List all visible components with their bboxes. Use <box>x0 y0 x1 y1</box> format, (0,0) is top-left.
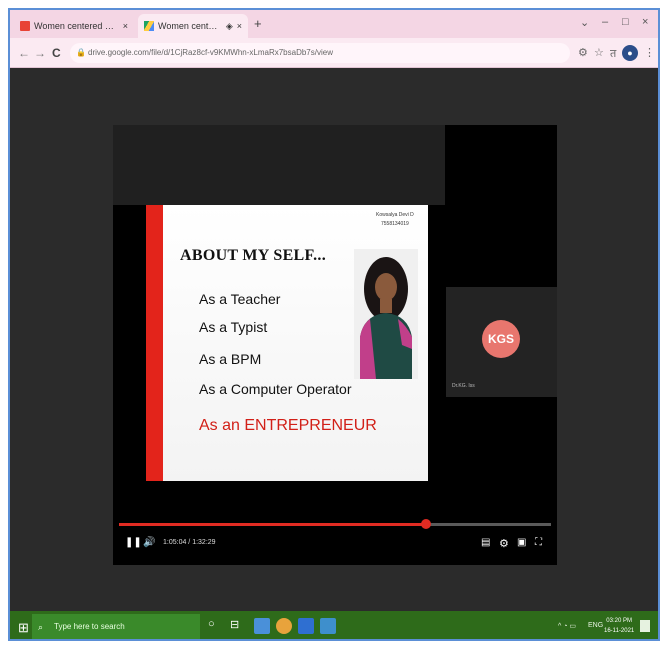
profile-avatar[interactable]: ● <box>622 45 638 61</box>
tray-icons[interactable]: ^ ◔ ▭ <box>558 622 576 630</box>
slide-item: As a Computer Operator <box>199 381 352 397</box>
taskbar-search[interactable]: ⌕ Type here to search <box>32 614 200 639</box>
search-icon: ⌕ <box>38 622 44 632</box>
language-indicator[interactable]: ENG <box>588 622 603 629</box>
tab-media-icon[interactable]: ◈ <box>226 21 233 32</box>
presenter-name-text: Kowsalya Devi D <box>376 212 414 218</box>
chrome-icon[interactable] <box>276 618 292 634</box>
progress-bar[interactable] <box>119 519 551 529</box>
tab-title: Women centered Programme <box>158 21 222 31</box>
clock[interactable]: 03:20 PM 16-11-2021 <box>604 616 634 636</box>
presenter-name: Kowsalya Devi D 7558134019 <box>376 211 414 229</box>
gmail-icon <box>20 21 30 31</box>
clock-date: 16-11-2021 <box>604 628 635 634</box>
forward-button[interactable]: → <box>34 46 46 60</box>
tab-close-icon[interactable]: × <box>123 21 128 31</box>
time-display: 1:05:04 / 1:32:29 <box>163 539 216 546</box>
file-explorer-icon[interactable] <box>254 618 270 634</box>
cortana-icon[interactable]: ○ <box>208 618 224 634</box>
screenshot-frame: Women centered Programme (I × Women cent… <box>8 8 660 641</box>
back-button[interactable]: ← <box>18 46 30 60</box>
progress-knob[interactable] <box>420 519 431 529</box>
fullscreen-icon[interactable]: ⛶ <box>535 537 542 548</box>
slide-red-bar <box>146 205 163 481</box>
clock-time: 03:20 PM <box>606 618 632 624</box>
extension-icon[interactable]: त <box>610 46 616 61</box>
tab-search-icon[interactable]: ⌄ <box>580 16 589 29</box>
minimize-button[interactable]: – <box>602 16 608 28</box>
participant-tile: KGS Dr.KG. Iss <box>446 287 557 397</box>
presentation-slide: Kowsalya Devi D 7558134019 ABOUT MY SELF… <box>146 205 428 481</box>
url-text: drive.google.com/file/d/1CjRaz8cf-v9KMWh… <box>88 48 333 57</box>
tab-bar: Women centered Programme (I × Women cent… <box>10 10 658 38</box>
tab-gmail[interactable]: Women centered Programme (I × <box>14 14 134 38</box>
captions-icon[interactable]: ▤ <box>481 537 490 548</box>
volume-icon[interactable]: 🔊 <box>143 537 155 548</box>
settings-gear-icon[interactable]: ⚙ <box>499 537 509 550</box>
tab-title: Women centered Programme (I <box>34 21 119 31</box>
tab-drive[interactable]: Women centered Programme ◈ × <box>138 14 248 38</box>
slide-item: As a BPM <box>199 351 262 367</box>
slide-heading: ABOUT MY SELF... <box>180 247 327 264</box>
person-illustration <box>360 257 412 379</box>
notification-icon[interactable] <box>640 620 650 632</box>
translate-icon[interactable]: ⚙ <box>578 46 588 59</box>
video-player[interactable]: Kowsalya Devi D 7558134019 ABOUT MY SELF… <box>113 125 557 565</box>
windows-start-icon[interactable]: ⊞ <box>18 620 29 636</box>
slide-item: As a Typist <box>199 319 268 335</box>
pause-button[interactable]: ❚❚ <box>125 537 142 548</box>
slide-highlight: As an ENTREPRENEUR <box>199 417 377 434</box>
bookmark-star-icon[interactable]: ☆ <box>594 46 604 59</box>
participant-label: Dr.KG. Iss <box>452 383 475 389</box>
windows-taskbar: ⊞ ⌕ Type here to search ○ ⊟ ^ ◔ ▭ ENG 03… <box>10 611 658 639</box>
url-field[interactable]: 🔒 drive.google.com/file/d/1CjRaz8cf-v9KM… <box>70 43 570 63</box>
new-tab-button[interactable]: + <box>254 16 262 31</box>
video-top-band <box>113 125 445 205</box>
search-placeholder: Type here to search <box>54 622 125 631</box>
app-icon[interactable] <box>320 618 336 634</box>
address-bar: ← → C 🔒 drive.google.com/file/d/1CjRaz8c… <box>10 38 658 68</box>
close-window-button[interactable]: × <box>642 16 648 28</box>
presenter-phone: 7558134019 <box>380 221 409 227</box>
drive-icon <box>144 21 154 31</box>
reload-button[interactable]: C <box>52 46 61 60</box>
word-icon[interactable] <box>298 618 314 634</box>
progress-fill <box>119 523 426 526</box>
task-view-icon[interactable]: ⊟ <box>230 618 246 634</box>
miniplayer-icon[interactable]: ▣ <box>517 537 526 548</box>
menu-kebab-icon[interactable]: ⋮ <box>644 46 655 59</box>
presenter-photo <box>354 249 418 379</box>
maximize-button[interactable]: □ <box>622 16 629 28</box>
participant-avatar: KGS <box>482 320 520 358</box>
lock-icon: 🔒 <box>76 48 86 57</box>
slide-item: As a Teacher <box>199 291 281 307</box>
tab-close-icon[interactable]: × <box>237 21 242 31</box>
